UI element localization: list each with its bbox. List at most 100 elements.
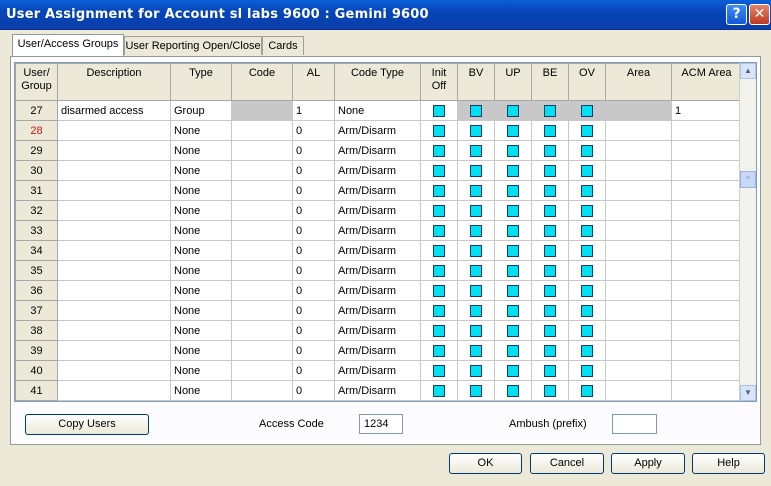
code-cell[interactable] bbox=[231, 180, 293, 201]
table-row[interactable]: 37 None 0 Arm/Disarm bbox=[15, 300, 742, 321]
be-checkbox[interactable] bbox=[544, 164, 556, 177]
code-type-cell[interactable]: Arm/Disarm bbox=[334, 140, 421, 161]
table-row[interactable]: 29 None 0 Arm/Disarm bbox=[15, 140, 742, 161]
be-checkbox[interactable] bbox=[544, 184, 556, 197]
init-off-checkbox[interactable] bbox=[433, 244, 445, 257]
acm-area-cell[interactable] bbox=[671, 200, 742, 221]
acm-area-cell[interactable] bbox=[671, 240, 742, 261]
al-cell[interactable]: 0 bbox=[292, 200, 335, 221]
code-cell[interactable] bbox=[231, 260, 293, 281]
code-cell[interactable] bbox=[231, 220, 293, 241]
ov-checkbox[interactable] bbox=[581, 244, 593, 257]
table-row[interactable]: 33 None 0 Arm/Disarm bbox=[15, 220, 742, 241]
description-cell[interactable] bbox=[57, 320, 171, 341]
tab-user-reporting[interactable]: User Reporting Open/Close bbox=[124, 36, 262, 55]
be-checkbox[interactable] bbox=[544, 244, 556, 257]
up-checkbox[interactable] bbox=[507, 204, 519, 217]
be-checkbox[interactable] bbox=[544, 264, 556, 277]
init-off-checkbox[interactable] bbox=[433, 284, 445, 297]
be-checkbox[interactable] bbox=[544, 124, 556, 137]
area-cell[interactable] bbox=[605, 320, 672, 341]
type-cell[interactable]: None bbox=[170, 400, 232, 401]
column-header[interactable]: User/ Group bbox=[15, 63, 58, 101]
up-checkbox[interactable] bbox=[507, 184, 519, 197]
be-checkbox[interactable] bbox=[544, 224, 556, 237]
area-cell[interactable] bbox=[605, 360, 672, 381]
table-row[interactable]: 42 None 0Arm/Disarm bbox=[15, 400, 742, 401]
ov-checkbox[interactable] bbox=[581, 204, 593, 217]
code-cell[interactable] bbox=[231, 100, 293, 121]
column-header[interactable]: BE bbox=[531, 63, 569, 101]
column-header[interactable]: Init Off bbox=[420, 63, 458, 101]
type-cell[interactable]: None bbox=[170, 140, 232, 161]
ok-button[interactable]: OK bbox=[449, 453, 522, 474]
area-cell[interactable] bbox=[605, 400, 672, 401]
description-cell[interactable] bbox=[57, 160, 171, 181]
up-checkbox[interactable] bbox=[507, 324, 519, 337]
code-type-cell[interactable]: Arm/Disarm bbox=[334, 240, 421, 261]
bv-checkbox[interactable] bbox=[470, 144, 482, 157]
help-icon[interactable]: ? bbox=[726, 4, 747, 25]
code-type-cell[interactable]: Arm/Disarm bbox=[334, 180, 421, 201]
bv-checkbox[interactable] bbox=[470, 164, 482, 177]
column-header[interactable]: Area bbox=[605, 63, 672, 101]
acm-area-cell[interactable] bbox=[671, 180, 742, 201]
be-checkbox[interactable] bbox=[544, 384, 556, 397]
al-cell[interactable]: 0 bbox=[292, 360, 335, 381]
type-cell[interactable]: None bbox=[170, 260, 232, 281]
init-off-checkbox[interactable] bbox=[433, 204, 445, 217]
vertical-scrollbar[interactable]: ▲ ≡ ▼ bbox=[739, 63, 756, 401]
area-cell[interactable] bbox=[605, 280, 672, 301]
acm-area-cell[interactable] bbox=[671, 260, 742, 281]
acm-area-cell[interactable] bbox=[671, 120, 742, 141]
bv-checkbox[interactable] bbox=[470, 284, 482, 297]
type-cell[interactable]: None bbox=[170, 300, 232, 321]
al-cell[interactable]: 0 bbox=[292, 340, 335, 361]
be-checkbox[interactable] bbox=[544, 204, 556, 217]
code-cell[interactable] bbox=[231, 160, 293, 181]
init-off-checkbox[interactable] bbox=[433, 124, 445, 137]
acm-area-cell[interactable] bbox=[671, 340, 742, 361]
ov-checkbox[interactable] bbox=[581, 344, 593, 357]
up-checkbox[interactable] bbox=[507, 124, 519, 137]
type-cell[interactable]: Group bbox=[170, 100, 232, 121]
ov-checkbox[interactable] bbox=[581, 184, 593, 197]
up-checkbox[interactable] bbox=[507, 164, 519, 177]
init-off-checkbox[interactable] bbox=[433, 324, 445, 337]
bv-checkbox[interactable] bbox=[470, 344, 482, 357]
cancel-button[interactable]: Cancel bbox=[530, 453, 604, 474]
up-checkbox[interactable] bbox=[507, 144, 519, 157]
description-cell[interactable] bbox=[57, 120, 171, 141]
area-cell[interactable] bbox=[605, 380, 672, 401]
ov-checkbox[interactable] bbox=[581, 384, 593, 397]
bv-checkbox[interactable] bbox=[470, 264, 482, 277]
be-checkbox[interactable] bbox=[544, 104, 556, 117]
type-cell[interactable]: None bbox=[170, 380, 232, 401]
code-type-cell[interactable]: Arm/Disarm bbox=[334, 360, 421, 381]
ov-checkbox[interactable] bbox=[581, 144, 593, 157]
table-row[interactable]: 40 None 0 Arm/Disarm bbox=[15, 360, 742, 381]
al-cell[interactable]: 0 bbox=[292, 180, 335, 201]
ov-checkbox[interactable] bbox=[581, 284, 593, 297]
table-row[interactable]: 27 disarmed access Group 1 None 1 bbox=[15, 100, 742, 121]
scroll-thumb[interactable]: ≡ bbox=[740, 171, 756, 188]
code-cell[interactable] bbox=[231, 240, 293, 261]
acm-area-cell[interactable] bbox=[671, 280, 742, 301]
type-cell[interactable]: None bbox=[170, 220, 232, 241]
up-checkbox[interactable] bbox=[507, 284, 519, 297]
up-checkbox[interactable] bbox=[507, 244, 519, 257]
al-cell[interactable]: 0 bbox=[292, 140, 335, 161]
type-cell[interactable]: None bbox=[170, 200, 232, 221]
acm-area-cell[interactable] bbox=[671, 380, 742, 401]
tab-cards[interactable]: Cards bbox=[262, 36, 304, 55]
help-button[interactable]: Help bbox=[692, 453, 765, 474]
init-off-checkbox[interactable] bbox=[433, 224, 445, 237]
acm-area-cell[interactable] bbox=[671, 160, 742, 181]
code-type-cell[interactable]: Arm/Disarm bbox=[334, 300, 421, 321]
code-type-cell[interactable]: None bbox=[334, 100, 421, 121]
init-off-checkbox[interactable] bbox=[433, 104, 445, 117]
description-cell[interactable] bbox=[57, 340, 171, 361]
area-cell[interactable] bbox=[605, 120, 672, 141]
up-checkbox[interactable] bbox=[507, 304, 519, 317]
type-cell[interactable]: None bbox=[170, 160, 232, 181]
